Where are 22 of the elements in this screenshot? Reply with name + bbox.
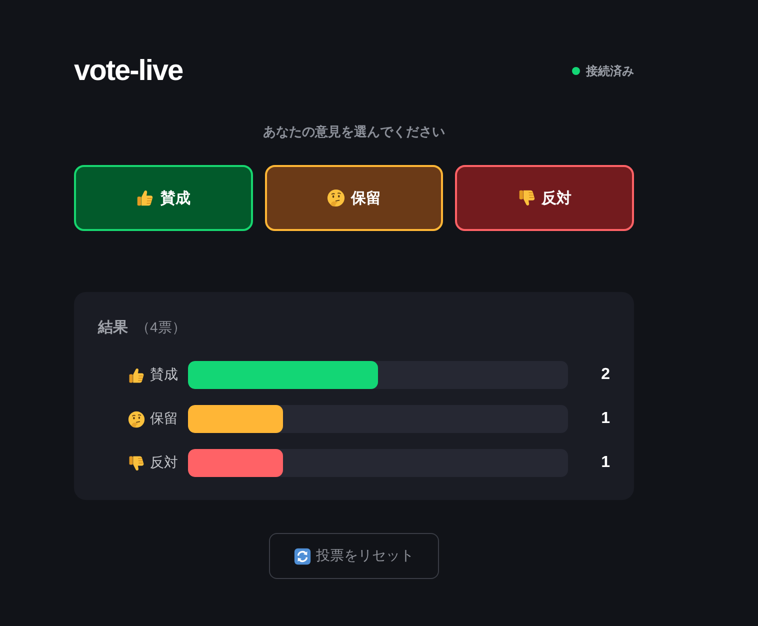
reset-button[interactable]: 投票をリセット: [269, 533, 439, 579]
thumbs-down-icon: [518, 189, 536, 207]
option-label: 反対: [150, 454, 178, 472]
vote-count: 2: [600, 366, 610, 384]
prompt-text: あなたの意見を選んでください: [262, 123, 446, 141]
vote-count: 1: [600, 454, 610, 472]
vote-count: 1: [600, 410, 610, 428]
thinking-face-icon: [326, 189, 345, 207]
thumbs-up-icon: [128, 366, 145, 384]
app-title: vote-live: [74, 54, 183, 89]
vote-total: （4票）: [136, 318, 186, 337]
thumbs-down-icon: [128, 454, 145, 472]
thumbs-up-icon: [136, 189, 154, 207]
option-label: 保留: [150, 410, 178, 428]
vote-button[interactable]: 反対: [455, 165, 634, 231]
vote-button[interactable]: 保留: [264, 165, 444, 231]
connection-status: 接続済み: [586, 62, 634, 80]
vote-button[interactable]: 賛成: [74, 165, 253, 231]
option-label: 賛成: [150, 366, 178, 384]
thinking-face-icon: [128, 410, 145, 428]
refresh-icon: [294, 548, 311, 564]
results-title: 結果: [98, 318, 128, 338]
